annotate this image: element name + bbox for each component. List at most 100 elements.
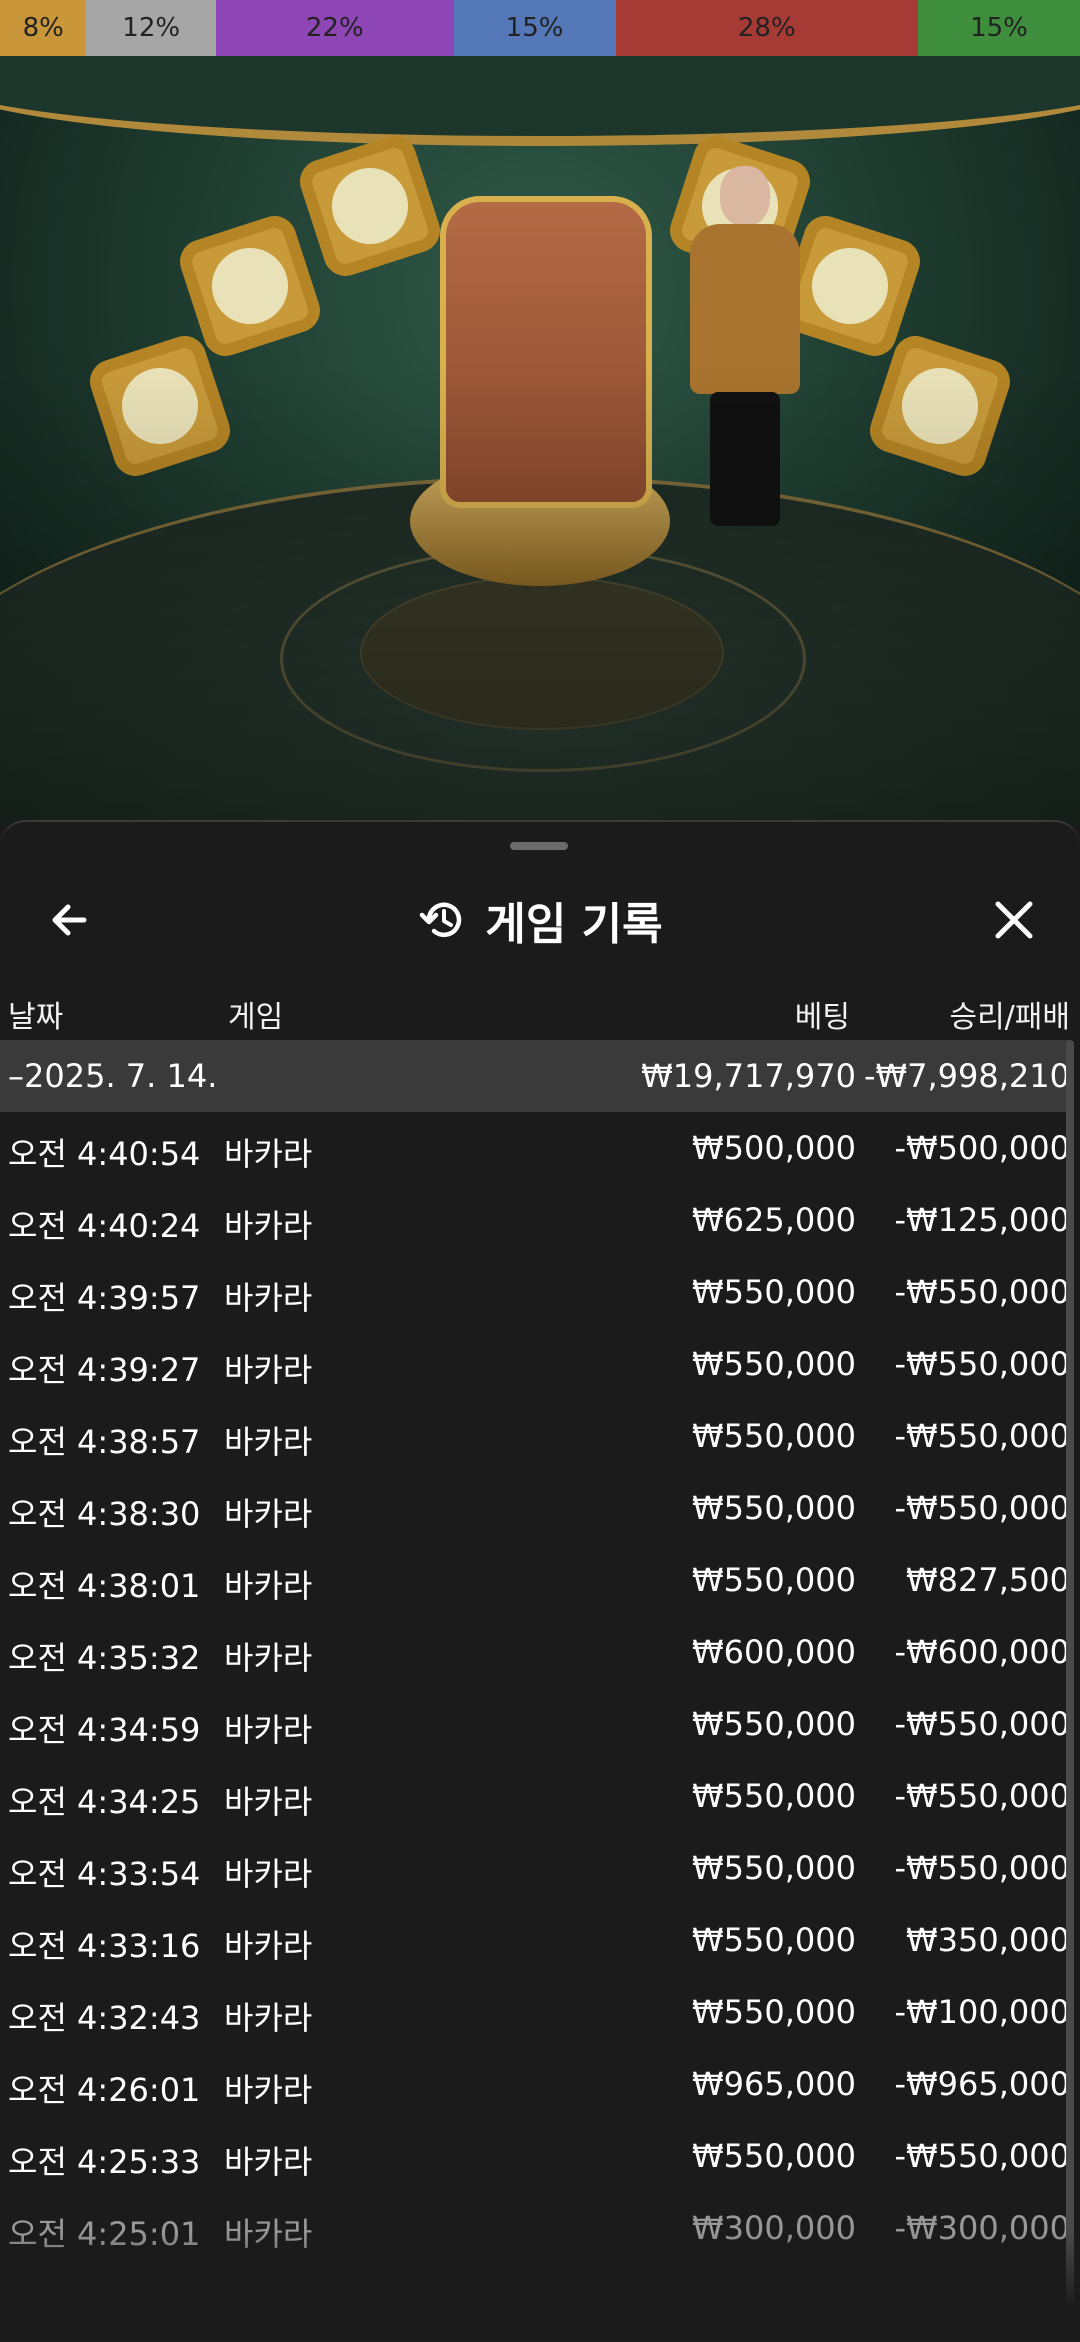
row-win-loss: -₩550,000 bbox=[894, 1273, 1070, 1311]
column-game: 게임 bbox=[228, 1000, 284, 1035]
history-row[interactable]: 오전 4:38:57 바카라 ₩550,000 -₩550,000 bbox=[0, 1400, 1070, 1472]
row-win-loss: -₩550,000 bbox=[894, 1345, 1070, 1383]
bet-distribution-segment: 22% bbox=[215, 0, 454, 56]
row-win-loss: ₩827,500 bbox=[906, 1561, 1070, 1599]
row-bet: ₩625,000 bbox=[692, 1201, 856, 1239]
close-icon bbox=[995, 901, 1033, 939]
row-win-loss: -₩125,000 bbox=[894, 1201, 1070, 1239]
history-row[interactable]: 오전 4:34:59 바카라 ₩550,000 -₩550,000 bbox=[0, 1688, 1070, 1760]
history-row[interactable]: 오전 4:33:16 바카라 ₩550,000 ₩350,000 bbox=[0, 1904, 1070, 1976]
history-row[interactable]: 오전 4:32:43 바카라 ₩550,000 -₩100,000 bbox=[0, 1976, 1070, 2048]
history-row[interactable]: 오전 4:35:32 바카라 ₩600,000 -₩600,000 bbox=[0, 1616, 1070, 1688]
history-row[interactable]: 오전 4:38:01 바카라 ₩550,000 ₩827,500 bbox=[0, 1544, 1070, 1616]
row-game: 바카라 bbox=[224, 1279, 313, 1317]
row-game: 바카라 bbox=[224, 1927, 313, 1965]
row-time: 오전 4:38:01 bbox=[8, 1567, 201, 1605]
panel-header: 게임 기록 bbox=[0, 872, 1080, 968]
history-row[interactable]: 오전 4:26:01 바카라 ₩965,000 -₩965,000 bbox=[0, 2048, 1070, 2120]
row-game: 바카라 bbox=[224, 2071, 313, 2109]
row-bet: ₩550,000 bbox=[692, 1921, 856, 1959]
row-bet: ₩550,000 bbox=[692, 2137, 856, 2175]
row-time: 오전 4:26:01 bbox=[8, 2071, 201, 2109]
row-game: 바카라 bbox=[224, 2143, 313, 2181]
row-bet: ₩550,000 bbox=[692, 1489, 856, 1527]
row-game: 바카라 bbox=[224, 1567, 313, 1605]
row-time: 오전 4:34:59 bbox=[8, 1711, 201, 1749]
table-header: 날짜 게임 베팅 승리/패배 bbox=[0, 982, 1080, 1044]
row-time: 오전 4:40:24 bbox=[8, 1207, 201, 1245]
row-game: 바카라 bbox=[224, 1783, 313, 1821]
history-row[interactable]: 오전 4:33:54 바카라 ₩550,000 -₩550,000 bbox=[0, 1832, 1070, 1904]
row-time: 오전 4:32:43 bbox=[8, 1999, 201, 2037]
group-bet-total: ₩19,717,970 bbox=[641, 1057, 856, 1095]
group-win-loss-total: -₩7,998,210 bbox=[863, 1057, 1070, 1095]
row-bet: ₩550,000 bbox=[692, 1993, 856, 2031]
row-game: 바카라 bbox=[224, 1135, 313, 1173]
history-row[interactable]: 오전 4:40:24 바카라 ₩625,000 -₩125,000 bbox=[0, 1184, 1070, 1256]
row-win-loss: -₩550,000 bbox=[894, 1705, 1070, 1743]
row-win-loss: -₩550,000 bbox=[894, 1489, 1070, 1527]
row-bet: ₩550,000 bbox=[692, 1273, 856, 1311]
row-bet: ₩550,000 bbox=[692, 1345, 856, 1383]
row-time: 오전 4:33:16 bbox=[8, 1927, 201, 1965]
bet-distribution-segment: 15% bbox=[917, 0, 1080, 56]
row-time: 오전 4:34:25 bbox=[8, 1783, 201, 1821]
game-history-panel: 게임 기록 날짜 게임 베팅 승리/패배 –2025. 7. 14. ₩19,7… bbox=[0, 820, 1080, 2342]
drag-handle[interactable] bbox=[510, 842, 568, 850]
row-game: 바카라 bbox=[224, 1711, 313, 1749]
row-game: 바카라 bbox=[224, 1207, 313, 1245]
row-time: 오전 4:39:27 bbox=[8, 1351, 201, 1389]
panel-title: 게임 기록 bbox=[485, 899, 663, 950]
column-win-loss: 승리/패배 bbox=[949, 1000, 1070, 1035]
history-row[interactable]: 오전 4:39:27 바카라 ₩550,000 -₩550,000 bbox=[0, 1328, 1070, 1400]
row-time: 오전 4:33:54 bbox=[8, 1855, 201, 1893]
column-date: 날짜 bbox=[8, 1000, 64, 1035]
row-win-loss: -₩550,000 bbox=[894, 2137, 1070, 2175]
close-button[interactable] bbox=[984, 890, 1044, 950]
bet-distribution-segment: 15% bbox=[453, 0, 616, 56]
row-win-loss: -₩600,000 bbox=[894, 1633, 1070, 1671]
bet-distribution-segment: 28% bbox=[615, 0, 918, 56]
row-win-loss: -₩965,000 bbox=[894, 2065, 1070, 2103]
scrollbar[interactable] bbox=[1066, 1040, 1074, 2330]
bet-distribution-segment: 8% bbox=[0, 0, 87, 56]
row-game: 바카라 bbox=[224, 1495, 313, 1533]
row-time: 오전 4:35:32 bbox=[8, 1639, 201, 1677]
row-game: 바카라 bbox=[224, 1999, 313, 2037]
row-game: 바카라 bbox=[224, 1855, 313, 1893]
row-game: 바카라 bbox=[224, 1351, 313, 1389]
column-bet: 베팅 bbox=[794, 1000, 850, 1035]
row-game: 바카라 bbox=[224, 1423, 313, 1461]
row-win-loss: ₩350,000 bbox=[906, 1921, 1070, 1959]
row-time: 오전 4:38:57 bbox=[8, 1423, 201, 1461]
row-win-loss: -₩500,000 bbox=[894, 1129, 1070, 1167]
row-time: 오전 4:25:33 bbox=[8, 2143, 201, 2181]
history-row[interactable]: 오전 4:25:33 바카라 ₩550,000 -₩550,000 bbox=[0, 2120, 1070, 2192]
row-time: 오전 4:38:30 bbox=[8, 1495, 201, 1533]
row-game: 바카라 bbox=[224, 1639, 313, 1677]
date-group-row[interactable]: –2025. 7. 14. ₩19,717,970 -₩7,998,210 bbox=[0, 1040, 1070, 1112]
row-time: 오전 4:39:57 bbox=[8, 1279, 201, 1317]
row-bet: ₩550,000 bbox=[692, 1849, 856, 1887]
history-row[interactable]: 오전 4:40:54 바카라 ₩500,000 -₩500,000 bbox=[0, 1112, 1070, 1184]
row-bet: ₩965,000 bbox=[692, 2065, 856, 2103]
bet-distribution-segment: 12% bbox=[86, 0, 216, 56]
row-bet: ₩550,000 bbox=[692, 1417, 856, 1455]
history-row[interactable]: 오전 4:39:57 바카라 ₩550,000 -₩550,000 bbox=[0, 1256, 1070, 1328]
row-win-loss: -₩550,000 bbox=[894, 1417, 1070, 1455]
bet-distribution-bar: 8% 12% 22% 15% 28% 15% bbox=[0, 0, 1080, 56]
row-bet: ₩600,000 bbox=[692, 1633, 856, 1671]
row-win-loss: -₩550,000 bbox=[894, 1777, 1070, 1815]
live-game-video bbox=[0, 56, 1080, 826]
row-bet: ₩550,000 bbox=[692, 1705, 856, 1743]
history-table: –2025. 7. 14. ₩19,717,970 -₩7,998,210 오전… bbox=[0, 1040, 1070, 2264]
row-bet: ₩500,000 bbox=[692, 1129, 856, 1167]
row-win-loss: -₩550,000 bbox=[894, 1849, 1070, 1887]
history-row[interactable]: 오전 4:38:30 바카라 ₩550,000 -₩550,000 bbox=[0, 1472, 1070, 1544]
row-win-loss: -₩100,000 bbox=[894, 1993, 1070, 2031]
group-date: –2025. 7. 14. bbox=[8, 1057, 218, 1095]
row-bet: ₩550,000 bbox=[692, 1777, 856, 1815]
history-icon bbox=[420, 902, 462, 937]
history-row[interactable]: 오전 4:34:25 바카라 ₩550,000 -₩550,000 bbox=[0, 1760, 1070, 1832]
row-time: 오전 4:40:54 bbox=[8, 1135, 201, 1173]
